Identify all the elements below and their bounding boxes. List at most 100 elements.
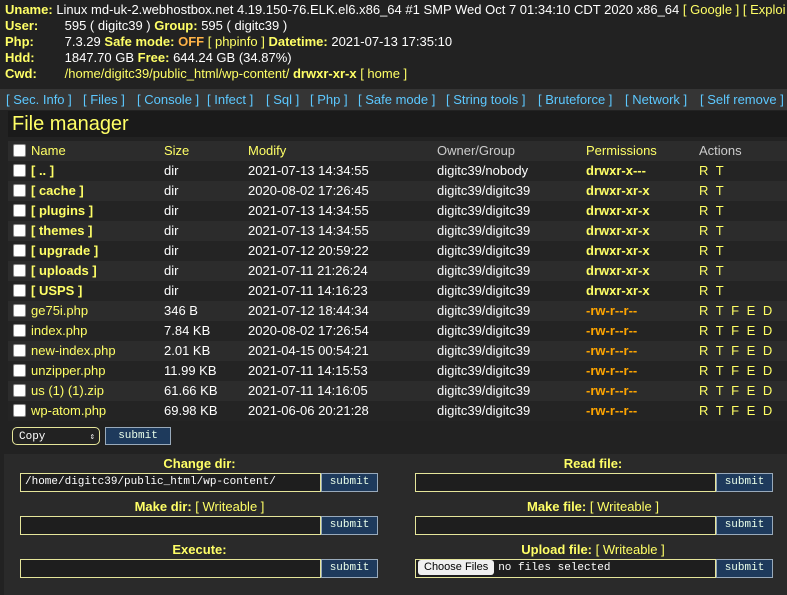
row-checkbox[interactable]: [13, 164, 26, 177]
dir-link[interactable]: [ cache ]: [31, 181, 84, 201]
file-permissions[interactable]: drwxr-xr-x: [586, 281, 650, 301]
row-checkbox[interactable]: [13, 184, 26, 197]
file-actions[interactable]: R T: [699, 181, 726, 201]
bulk-action-submit-button[interactable]: submit: [105, 427, 171, 445]
file-actions[interactable]: R T F E D: [699, 341, 774, 361]
nav-sql[interactable]: [ Sql ]: [266, 89, 299, 110]
choose-files-button[interactable]: Choose Files: [418, 560, 495, 575]
upload-file-input[interactable]: Choose Files no files selected: [415, 559, 716, 578]
execute-input[interactable]: [20, 559, 321, 578]
row-checkbox[interactable]: [13, 344, 26, 357]
bulk-action-selected: Copy: [19, 431, 46, 443]
select-arrows-icon: ⇕: [89, 432, 95, 442]
header-size[interactable]: Size: [164, 141, 189, 161]
row-checkbox[interactable]: [13, 204, 26, 217]
google-link[interactable]: [ Google ]: [683, 2, 739, 17]
nav-string-tools[interactable]: [ String tools ]: [446, 89, 525, 110]
header-permissions[interactable]: Permissions: [586, 141, 657, 161]
dir-link[interactable]: [ themes ]: [31, 221, 92, 241]
make-file-input[interactable]: [415, 516, 716, 535]
file-permissions[interactable]: drwxr-xr-x: [586, 261, 650, 281]
nav-safe-mode[interactable]: [ Safe mode ]: [358, 89, 435, 110]
row-checkbox[interactable]: [13, 384, 26, 397]
nav-infect[interactable]: [ Infect ]: [207, 89, 253, 110]
file-permissions[interactable]: -rw-r--r--: [586, 361, 637, 381]
file-link[interactable]: ge75i.php: [31, 301, 88, 321]
file-actions[interactable]: R T F E D: [699, 361, 774, 381]
row-checkbox[interactable]: [13, 224, 26, 237]
header-name[interactable]: Name: [31, 141, 66, 161]
change-dir-submit-button[interactable]: submit: [321, 473, 378, 492]
file-actions[interactable]: R T: [699, 161, 726, 181]
cwd-path-link[interactable]: /home/digitc39/public_html/wp-content/: [65, 66, 290, 81]
nav-self-remove[interactable]: [ Self remove ]: [700, 89, 784, 110]
make-dir-submit-button[interactable]: submit: [321, 516, 378, 535]
file-actions[interactable]: R T F E D: [699, 401, 774, 421]
home-link[interactable]: [ home ]: [360, 66, 407, 81]
dir-link[interactable]: [ plugins ]: [31, 201, 93, 221]
select-all-checkbox[interactable]: [13, 144, 26, 157]
dir-link[interactable]: [ uploads ]: [31, 261, 97, 281]
file-actions[interactable]: R T F E D: [699, 321, 774, 341]
file-link[interactable]: wp-atom.php: [31, 401, 106, 421]
nav-php[interactable]: [ Php ]: [310, 89, 348, 110]
row-checkbox[interactable]: [13, 324, 26, 337]
file-link[interactable]: us (1) (1).zip: [31, 381, 104, 401]
file-actions[interactable]: R T F E D: [699, 381, 774, 401]
row-checkbox[interactable]: [13, 264, 26, 277]
execute-submit-button[interactable]: submit: [321, 559, 378, 578]
table-row: [ USPS ] dir 2021-07-11 14:16:23 digitc39/d…: [8, 281, 787, 301]
nav-console[interactable]: [ Console ]: [137, 89, 199, 110]
file-actions[interactable]: R T: [699, 261, 726, 281]
nav-sec-info[interactable]: [ Sec. Info ]: [6, 89, 72, 110]
table-row: [ themes ] dir 2021-07-13 14:34:55 digitc39…: [8, 221, 787, 241]
dir-link[interactable]: [ upgrade ]: [31, 241, 98, 261]
file-permissions[interactable]: -rw-r--r--: [586, 321, 637, 341]
file-link[interactable]: unzipper.php: [31, 361, 105, 381]
file-size: dir: [164, 283, 179, 298]
change-dir-input[interactable]: /home/digitc39/public_html/wp-content/: [20, 473, 321, 492]
upload-file-label: Upload file:: [521, 542, 593, 557]
file-permissions[interactable]: drwxr-xr-x: [586, 201, 650, 221]
row-checkbox[interactable]: [13, 364, 26, 377]
read-file-form: Read file: submit: [399, 455, 787, 495]
dir-link[interactable]: [ .. ]: [31, 161, 54, 181]
file-permissions[interactable]: drwxr-xr-x: [586, 241, 650, 261]
file-owner-group: digitc39/digitc39: [437, 223, 531, 238]
row-checkbox[interactable]: [13, 284, 26, 297]
nav-files[interactable]: [ Files ]: [83, 89, 125, 110]
file-permissions[interactable]: -rw-r--r--: [586, 381, 637, 401]
file-permissions[interactable]: drwxr-xr-x: [586, 221, 650, 241]
file-actions[interactable]: R T: [699, 221, 726, 241]
file-actions[interactable]: R T: [699, 201, 726, 221]
file-link[interactable]: new-index.php: [31, 341, 116, 361]
make-dir-input[interactable]: [20, 516, 321, 535]
bulk-action-select[interactable]: Copy ⇕: [12, 427, 100, 445]
file-size: 11.99 KB: [164, 363, 217, 378]
file-link[interactable]: index.php: [31, 321, 87, 341]
file-actions[interactable]: R T: [699, 281, 726, 301]
row-checkbox[interactable]: [13, 404, 26, 417]
table-row: [ upgrade ] dir 2021-07-12 20:59:22 digitc3…: [8, 241, 787, 261]
file-permissions[interactable]: -rw-r--r--: [586, 341, 637, 361]
nav-network[interactable]: [ Network ]: [625, 89, 687, 110]
upload-file-submit-button[interactable]: submit: [716, 559, 773, 578]
header-modify[interactable]: Modify: [248, 141, 286, 161]
file-permissions[interactable]: drwxr-x---: [586, 161, 646, 181]
table-row: us (1) (1).zip 61.66 KB 2021-07-11 14:16:0…: [8, 381, 787, 401]
nav-bruteforce[interactable]: [ Bruteforce ]: [538, 89, 612, 110]
read-file-input[interactable]: [415, 473, 716, 492]
phpinfo-link[interactable]: [ phpinfo ]: [208, 34, 265, 49]
file-owner-group: digitc39/digitc39: [437, 323, 531, 338]
file-permissions[interactable]: drwxr-xr-x: [586, 181, 650, 201]
row-checkbox[interactable]: [13, 304, 26, 317]
exploit-link[interactable]: [ Exploi: [743, 2, 786, 17]
file-actions[interactable]: R T F E D: [699, 301, 774, 321]
make-file-submit-button[interactable]: submit: [716, 516, 773, 535]
file-permissions[interactable]: -rw-r--r--: [586, 401, 637, 421]
dir-link[interactable]: [ USPS ]: [31, 281, 82, 301]
file-actions[interactable]: R T: [699, 241, 726, 261]
read-file-submit-button[interactable]: submit: [716, 473, 773, 492]
row-checkbox[interactable]: [13, 244, 26, 257]
file-permissions[interactable]: -rw-r--r--: [586, 301, 637, 321]
